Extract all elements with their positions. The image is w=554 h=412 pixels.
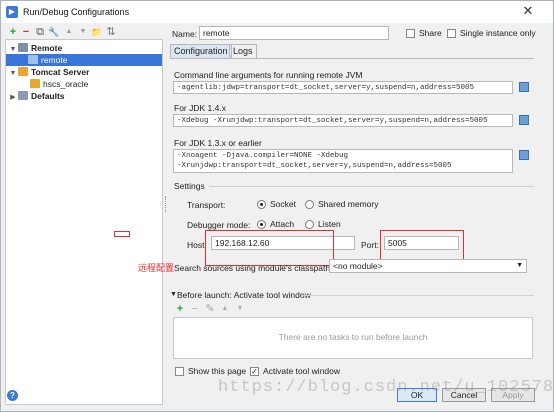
jdk13-line-1: -Xnoagent -Djava.compiler=NONE -Xdebug: [177, 152, 349, 160]
ok-button[interactable]: OK: [397, 388, 437, 402]
title-bar: ▶ Run/Debug Configurations ✕: [1, 1, 553, 23]
tab-configuration[interactable]: Configuration: [170, 44, 232, 58]
transport-label: Transport:: [187, 200, 226, 210]
collapse-icon[interactable]: ▼: [170, 291, 177, 298]
edit-task-icon[interactable]: ✎: [204, 303, 216, 315]
cmd-args-label: Command line arguments for running remot…: [174, 70, 363, 80]
chevron-right-icon[interactable]: ▶: [8, 92, 18, 104]
chevron-down-icon: ▼: [516, 262, 523, 269]
listen-label: Listen: [318, 219, 341, 229]
add-task-icon[interactable]: +: [174, 303, 186, 315]
name-label: Name:: [172, 29, 198, 39]
move-down-icon[interactable]: ▼: [77, 26, 89, 38]
defaults-icon: [18, 91, 28, 100]
chevron-down-icon[interactable]: ▼: [8, 68, 18, 80]
single-instance-label: Single instance only: [460, 28, 536, 38]
classpath-label: Search sources using module's classpath:: [174, 263, 333, 273]
tree-label: Defaults: [31, 91, 65, 101]
help-icon[interactable]: ?: [7, 390, 18, 401]
tree-label: Tomcat Server: [31, 67, 90, 77]
copy-config-icon[interactable]: ⧉: [34, 26, 46, 38]
show-page-checkbox[interactable]: [175, 367, 184, 376]
shared-memory-label: Shared memory: [318, 199, 379, 209]
port-label: Port:: [361, 240, 379, 250]
folder-icon[interactable]: 📁: [91, 26, 103, 38]
jdk13-field[interactable]: -Xnoagent -Djava.compiler=NONE -Xdebug -…: [173, 149, 513, 173]
activate-tool-checkbox[interactable]: ✓: [250, 367, 259, 376]
tree-node-remote[interactable]: ▼ Remote: [8, 42, 162, 54]
socket-radio[interactable]: [257, 200, 266, 209]
tree-node-hscs-oracle[interactable]: hscs_oracle: [30, 78, 88, 90]
remote-debug-icon: [28, 55, 38, 64]
tree-label: Remote: [31, 43, 63, 53]
jdk14-field[interactable]: -Xdebug -Xrunjdwp:transport=dt_socket,se…: [173, 114, 513, 127]
run-debug-dialog: ▶ Run/Debug Configurations ✕ + − ⧉ 🔧 ▲ ▼…: [0, 0, 554, 412]
debugger-mode-label: Debugger mode:: [187, 220, 251, 230]
show-page-label: Show this page: [188, 366, 247, 376]
listen-radio[interactable]: [305, 220, 314, 229]
attach-radio[interactable]: [257, 220, 266, 229]
remove-task-icon[interactable]: −: [189, 303, 201, 315]
move-up-icon[interactable]: ▲: [63, 26, 75, 38]
module-select[interactable]: <no module> ▼: [329, 259, 527, 273]
module-select-value: <no module>: [333, 261, 383, 271]
tomcat-icon: [18, 67, 28, 76]
tree-node-tomcat[interactable]: ▼ Tomcat Server: [8, 66, 89, 78]
splitter-handle[interactable]: [165, 196, 169, 212]
config-tree[interactable]: ▼ Remote remote ▼ Tomcat Server hscs_oracl…: [5, 39, 163, 405]
close-icon[interactable]: ✕: [521, 4, 535, 18]
wrench-icon[interactable]: 🔧: [48, 26, 60, 38]
share-checkbox[interactable]: [406, 29, 415, 38]
settings-header: Settings: [174, 181, 205, 191]
sort-icon[interactable]: ⇅: [105, 26, 117, 38]
cmd-args-field[interactable]: -agentlib:jdwp=transport=dt_socket,serve…: [173, 81, 513, 94]
tree-node-remote-config[interactable]: remote: [6, 54, 162, 66]
remote-icon: [18, 43, 28, 52]
jdk13-label: For JDK 1.3.x or earlier: [174, 138, 262, 148]
annotation-text: 远程配置: [138, 263, 175, 273]
add-config-icon[interactable]: +: [7, 26, 19, 38]
tree-label: remote: [41, 55, 68, 65]
before-launch-list[interactable]: There are no tasks to run before launch: [173, 317, 533, 359]
move-up-icon[interactable]: ▲: [219, 303, 231, 315]
apply-button[interactable]: Apply: [491, 388, 535, 402]
share-label: Share: [419, 28, 442, 38]
tree-node-defaults[interactable]: ▶ Defaults: [8, 90, 65, 102]
host-label: Host:: [187, 240, 207, 250]
host-highlight-box: [205, 230, 334, 266]
attach-label: Attach: [270, 219, 295, 229]
tomcat-icon: [30, 79, 40, 88]
socket-label: Socket: [270, 199, 296, 209]
copy-icon[interactable]: [519, 115, 529, 125]
remove-config-icon[interactable]: −: [20, 26, 32, 38]
jdk13-line-2: -Xrunjdwp:transport=dt_socket,server=y,s…: [177, 162, 452, 170]
name-input[interactable]: remote: [199, 26, 389, 40]
jdk14-label: For JDK 1.4.x: [174, 103, 226, 113]
single-instance-checkbox[interactable]: [447, 29, 456, 38]
annotation-box: [114, 231, 130, 237]
tab-logs[interactable]: Logs: [229, 44, 257, 58]
empty-list-text: There are no tasks to run before launch: [278, 332, 428, 342]
before-launch-header: Before launch: Activate tool window: [177, 290, 311, 300]
copy-icon[interactable]: [519, 82, 529, 92]
move-down-icon[interactable]: ▼: [234, 303, 246, 315]
window-title: Run/Debug Configurations: [23, 7, 130, 17]
tree-label: hscs_oracle: [43, 79, 89, 89]
shared-memory-radio[interactable]: [305, 200, 314, 209]
activate-tool-label: Activate tool window: [263, 366, 341, 376]
cancel-button[interactable]: Cancel: [442, 388, 486, 402]
intellij-icon: ▶: [6, 6, 18, 18]
copy-icon[interactable]: [519, 150, 529, 160]
